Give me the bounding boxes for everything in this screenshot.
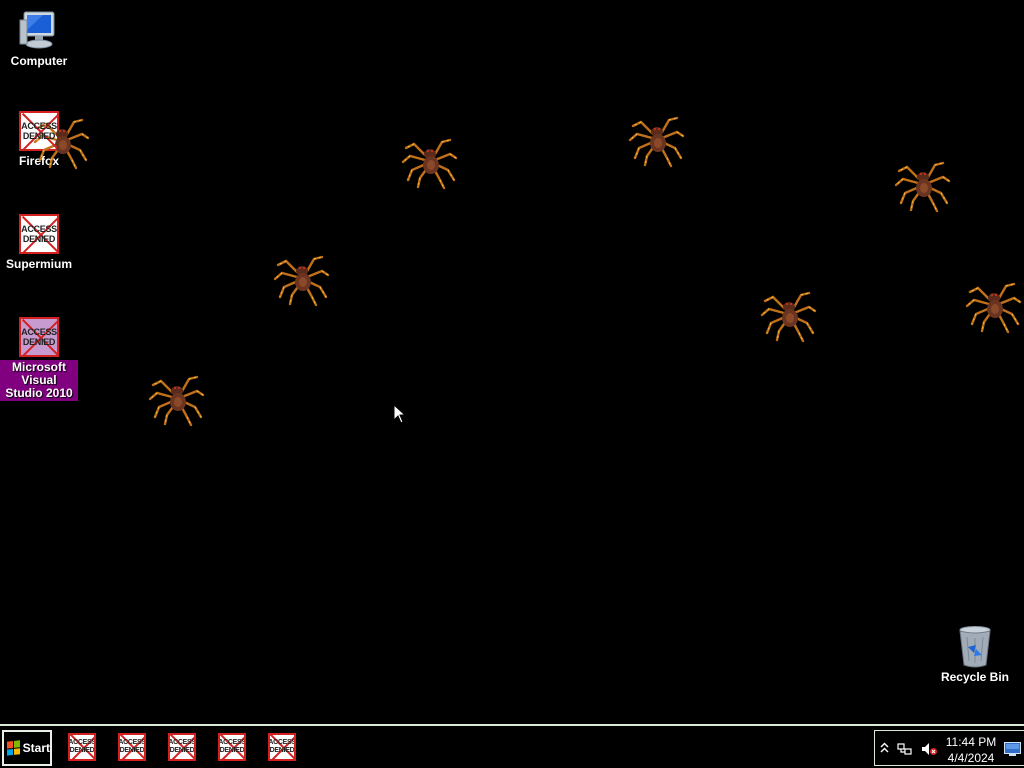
start-label: Start (22, 741, 50, 755)
spider-sprite (760, 291, 817, 343)
spider-sprite (965, 282, 1022, 334)
access-denied-icon: ACCESS DENIED (218, 733, 246, 761)
show-desktop-icon[interactable] (1004, 742, 1021, 756)
desktop-icon-recycle-bin[interactable]: Recycle Bin (936, 626, 1014, 685)
start-button[interactable]: Start (2, 730, 52, 766)
taskbar-button[interactable]: ACCESS DENIED (68, 733, 96, 761)
clock-date[interactable]: 4/4/2024 (945, 751, 997, 765)
show-hidden-icons-chevron-icon[interactable] (880, 742, 889, 754)
spider-sprite (628, 116, 685, 168)
spider-sprite (894, 161, 951, 213)
taskbar: Start ACCESS DENIED ACCESS DENIED ACCESS… (0, 724, 1024, 768)
system-tray: 11:44 PM 4/4/2024 (874, 730, 1024, 766)
desktop-icon-computer[interactable]: Computer (0, 10, 78, 69)
taskbar-button[interactable]: ACCESS DENIED (118, 733, 146, 761)
network-icon[interactable] (897, 741, 913, 757)
access-denied-icon: ACCESS DENIED (118, 733, 146, 761)
windows-logo-icon (7, 740, 20, 756)
access-denied-icon: ACCESS DENIED (18, 213, 60, 255)
clock-time[interactable]: 11:44 PM (945, 735, 997, 749)
computer-icon (18, 10, 60, 52)
access-denied-text: ACCESS DENIED (68, 739, 96, 754)
access-denied-icon: ACCESS DENIED (268, 733, 296, 761)
desktop-icon-label: Supermium (5, 257, 72, 271)
access-denied-text: ACCESS DENIED (21, 121, 57, 141)
access-denied-text: ACCESS DENIED (21, 224, 57, 244)
desktop-icon-visual-studio[interactable]: ACCESS DENIED Microsoft Visual Studio 20… (0, 316, 78, 401)
desktop-icon-label: Computer (10, 54, 68, 68)
desktop-icon-label: Microsoft Visual Studio 2010 (0, 360, 78, 401)
mouse-cursor-icon (393, 404, 407, 424)
desktop-icon-label: Recycle Bin (940, 670, 1010, 684)
access-denied-icon: ACCESS DENIED (18, 316, 60, 358)
desktop[interactable]: Computer ACCESS DENIED Firefox ACCESS DE… (0, 0, 1024, 724)
taskbar-button[interactable]: ACCESS DENIED (218, 733, 246, 761)
spider-sprite (401, 138, 458, 190)
taskbar-button[interactable]: ACCESS DENIED (168, 733, 196, 761)
volume-muted-icon[interactable] (920, 741, 938, 757)
access-denied-text: ACCESS DENIED (168, 739, 196, 754)
recycle-bin-icon (954, 626, 996, 668)
spider-sprite (148, 375, 205, 427)
access-denied-text: ACCESS DENIED (118, 739, 146, 754)
access-denied-text: ACCESS DENIED (21, 327, 57, 347)
spider-sprite (273, 255, 330, 307)
access-denied-text: ACCESS DENIED (218, 739, 246, 754)
access-denied-icon: ACCESS DENIED (168, 733, 196, 761)
desktop-icon-supermium[interactable]: ACCESS DENIED Supermium (0, 213, 78, 272)
access-denied-text: ACCESS DENIED (268, 739, 296, 754)
access-denied-icon: ACCESS DENIED (68, 733, 96, 761)
taskbar-button[interactable]: ACCESS DENIED (268, 733, 296, 761)
